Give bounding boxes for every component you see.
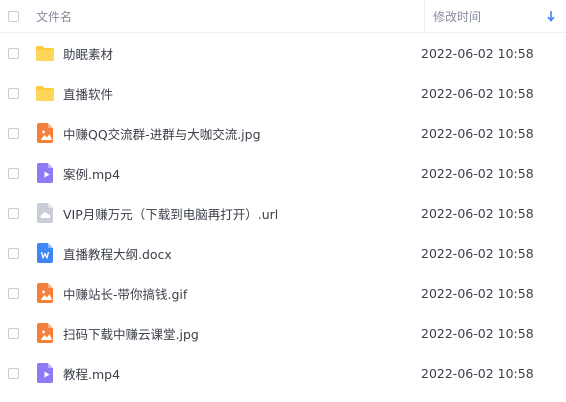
file-row-checkbox[interactable] [8,87,19,99]
file-name[interactable]: VIP月赚万元（下载到电脑再打开）.url [63,204,427,223]
file-name[interactable]: 案例.mp4 [63,164,427,183]
file-row-checkbox[interactable] [8,47,19,59]
video-file-icon [35,163,55,183]
file-modified-time: 2022-06-02 10:58 [421,205,534,221]
image-file-icon [35,123,55,143]
sort-desc-arrow-icon[interactable] [547,10,555,22]
file-name[interactable]: 直播教程大纲.docx [63,244,427,263]
file-name[interactable]: 助眠素材 [63,44,427,63]
file-row[interactable]: 助眠素材 2022-06-02 10:58 [0,33,566,73]
file-modified-time: 2022-06-02 10:58 [421,325,534,341]
file-row[interactable]: 教程.mp4 2022-06-02 10:58 [0,353,566,393]
file-modified-time: 2022-06-02 10:58 [421,85,534,101]
select-all-checkbox[interactable] [8,10,19,22]
file-row[interactable]: 中赚站长-带你搞钱.gif 2022-06-02 10:58 [0,273,566,313]
column-header-name[interactable]: 文件名 [36,8,424,25]
file-modified-time: 2022-06-02 10:58 [421,125,534,141]
folder-icon [35,83,55,103]
file-row[interactable]: 直播教程大纲.docx 2022-06-02 10:58 [0,233,566,273]
file-row[interactable]: VIP月赚万元（下载到电脑再打开）.url 2022-06-02 10:58 [0,193,566,233]
word-doc-file-icon [35,243,55,263]
file-name[interactable]: 扫码下载中赚云课堂.jpg [63,324,427,343]
file-row-checkbox[interactable] [8,207,19,219]
image-file-icon [35,323,55,343]
file-modified-time: 2022-06-02 10:58 [421,245,534,261]
file-modified-time: 2022-06-02 10:58 [421,45,534,61]
file-name[interactable]: 教程.mp4 [63,364,427,383]
video-file-icon [35,363,55,383]
file-row-checkbox[interactable] [8,287,19,299]
file-row[interactable]: 直播软件 2022-06-02 10:58 [0,73,566,113]
folder-icon [35,43,55,63]
file-list: 文件名 修改时间 助眠素材 2022-06-02 10:58 直播软件 2022-06… [0,0,566,402]
file-list-header: 文件名 修改时间 [0,0,566,33]
file-name[interactable]: 直播软件 [63,84,427,103]
file-row[interactable]: 案例.mp4 2022-06-02 10:58 [0,153,566,193]
file-row-checkbox[interactable] [8,327,19,339]
file-row[interactable]: 中赚QQ交流群-进群与大咖交流.jpg 2022-06-02 10:58 [0,113,566,153]
file-modified-time: 2022-06-02 10:58 [421,285,534,301]
image-file-icon [35,283,55,303]
column-header-modified-time[interactable]: 修改时间 [433,8,553,25]
file-row-checkbox[interactable] [8,127,19,139]
file-row-checkbox[interactable] [8,367,19,379]
file-modified-time: 2022-06-02 10:58 [421,365,534,381]
column-divider [424,0,425,32]
file-row-checkbox[interactable] [8,167,19,179]
file-name[interactable]: 中赚QQ交流群-进群与大咖交流.jpg [63,124,427,143]
file-modified-time: 2022-06-02 10:58 [421,165,534,181]
file-row-checkbox[interactable] [8,247,19,259]
file-name[interactable]: 中赚站长-带你搞钱.gif [63,284,427,303]
file-row[interactable]: 扫码下载中赚云课堂.jpg 2022-06-02 10:58 [0,313,566,353]
cloud-link-file-icon [35,203,55,223]
